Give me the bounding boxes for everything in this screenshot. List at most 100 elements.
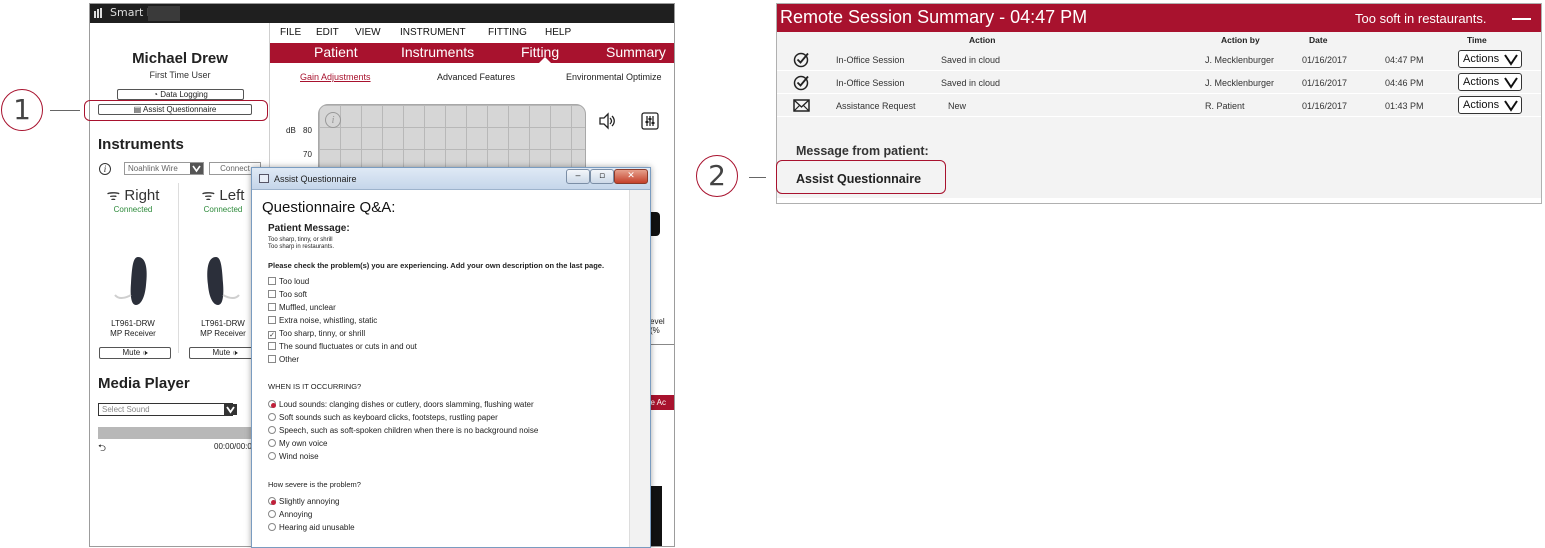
actions-button[interactable]: Actions [1458,96,1522,114]
chevron-down-icon [1504,100,1518,112]
mute-right-label: Mute [122,348,141,357]
problem-option[interactable]: Too soft [268,290,307,300]
chevron-down-icon [1504,54,1518,66]
radio[interactable] [268,413,276,421]
media-time: 00:00/00:0 [214,442,252,451]
right-receiver: MP Receiver [110,329,156,338]
callout-1-highlight [84,100,268,121]
menu-file[interactable]: FILE [280,27,301,38]
chevron-down-icon[interactable] [190,163,203,174]
problem-option[interactable]: The sound fluctuates or cuts in and out [268,342,417,352]
summary-title: Remote Session Summary - 04:47 PM [780,7,1088,27]
questionnaire-heading: Questionnaire Q&A: [262,199,396,216]
right-ear-panel[interactable]: ᯤ Right Connected [90,185,176,214]
when-option[interactable]: Soft sounds such as keyboard clicks, foo… [268,413,498,423]
actions-button[interactable]: Actions [1458,50,1522,68]
assist-questionnaire-dialog: Assist Questionnaire ‒ ▫ ✕ Questionnaire… [251,167,651,548]
patient-message-line: Too sharp, tinny, or shrill [268,237,333,243]
option-label: Too sharp, tinny, or shrill [279,329,366,338]
subtab-advanced-features[interactable]: Advanced Features [437,72,515,82]
check-circle-icon [793,75,809,91]
dialog-scrollbar[interactable] [629,190,650,547]
summary-header: Remote Session Summary - 04:47 PM Too so… [777,4,1541,32]
checkbox[interactable] [268,355,276,363]
chevron-down-icon[interactable] [224,404,237,415]
when-option[interactable]: Speech, such as soft-spoken children whe… [268,426,538,436]
radio[interactable] [268,439,276,447]
menu-instrument[interactable]: INSTRUMENT [400,27,466,38]
titlebar-field [148,6,180,21]
active-tab-indicator [538,57,552,64]
severity-option[interactable]: Slightly annoying [268,497,339,507]
checkbox[interactable] [268,303,276,311]
radio-selected[interactable] [268,497,276,505]
ear-divider [178,183,179,353]
radio[interactable] [268,523,276,531]
tab-summary[interactable]: Summary [606,44,666,60]
option-label: Slightly annoying [279,497,340,506]
radio[interactable] [268,510,276,518]
check-circle-icon [793,52,809,68]
left-ear-label: Left [219,187,245,204]
checkbox[interactable] [268,342,276,350]
problem-option[interactable]: Extra noise, whistling, static [268,316,377,326]
severity-option[interactable]: Hearing aid unusable [268,523,355,533]
graph-info-icon[interactable]: i [325,112,341,128]
problem-option[interactable]: Other [268,355,299,365]
dialog-title: Assist Questionnaire [274,174,357,184]
graph-y-tick: 80 [303,126,312,135]
when-option[interactable]: Loud sounds: clanging dishes or cutlery,… [268,400,534,410]
menu-help[interactable]: HELP [545,27,571,38]
when-option[interactable]: My own voice [268,439,327,449]
menu-fitting[interactable]: FITTING [488,27,527,38]
problem-option[interactable]: ✓ Too sharp, tinny, or shrill [268,329,365,339]
collapse-icon[interactable] [1512,18,1531,20]
option-label: Extra noise, whistling, static [279,316,378,325]
close-button[interactable]: ✕ [614,169,648,184]
maximize-button[interactable]: ▫ [590,169,614,184]
hearing-aid-left-icon [207,257,240,305]
mute-left-label: Mute [212,348,231,357]
row-type: Assistance Request [836,101,916,111]
data-logging-label: Data Logging [160,90,208,99]
data-logging-button[interactable]: ◔ Data Logging [117,89,244,100]
when-option[interactable]: Wind noise [268,452,319,462]
actions-button[interactable]: Actions [1458,73,1522,91]
minimize-button[interactable]: ‒ [566,169,590,184]
dialog-titlebar[interactable]: Assist Questionnaire ‒ ▫ ✕ [252,168,650,190]
row-date: 01/16/2017 [1302,101,1348,111]
subtab-environmental[interactable]: Environmental Optimize [566,72,662,82]
radio[interactable] [268,452,276,460]
mute-right-button[interactable]: Mute 🕩 [99,347,171,359]
rewind-icon[interactable]: ⮌ [98,441,106,458]
app-titlebar: Smart Fit [90,4,674,23]
menu-edit[interactable]: EDIT [316,27,339,38]
column-action-by: Action by [1221,35,1260,45]
checkbox[interactable] [268,277,276,285]
when-question: WHEN IS IT OCCURRING? [268,382,362,391]
checkbox-checked[interactable]: ✓ [268,331,276,339]
graph-y-unit: dB [286,126,296,135]
subtab-gain-adjustments[interactable]: Gain Adjustments [300,72,371,82]
side-panel [650,486,662,546]
menu-bar: FILE EDIT VIEW INSTRUMENT FITTING HELP [270,23,674,43]
radio[interactable] [268,426,276,434]
media-progress-bar[interactable] [98,427,270,439]
checkbox[interactable] [268,290,276,298]
checkbox[interactable] [268,316,276,324]
select-sound-dropdown[interactable]: Select Sound [98,403,233,416]
radio-selected[interactable] [268,400,276,408]
problem-option[interactable]: Muffled, unclear [268,303,336,313]
equalizer-icon[interactable] [641,112,659,130]
speaker-icon: 🕩 [230,348,238,357]
option-label: Other [279,355,300,364]
option-label: Speech, such as soft-spoken children whe… [279,426,539,435]
severity-option[interactable]: Annoying [268,510,312,520]
problem-option[interactable]: Too loud [268,277,309,287]
tab-patient[interactable]: Patient [314,44,358,60]
menu-view[interactable]: VIEW [355,27,381,38]
tab-instruments[interactable]: Instruments [401,44,474,60]
info-icon[interactable]: i [99,163,111,175]
row-time: 01:43 PM [1385,101,1424,111]
speaker-icon[interactable] [598,112,616,130]
